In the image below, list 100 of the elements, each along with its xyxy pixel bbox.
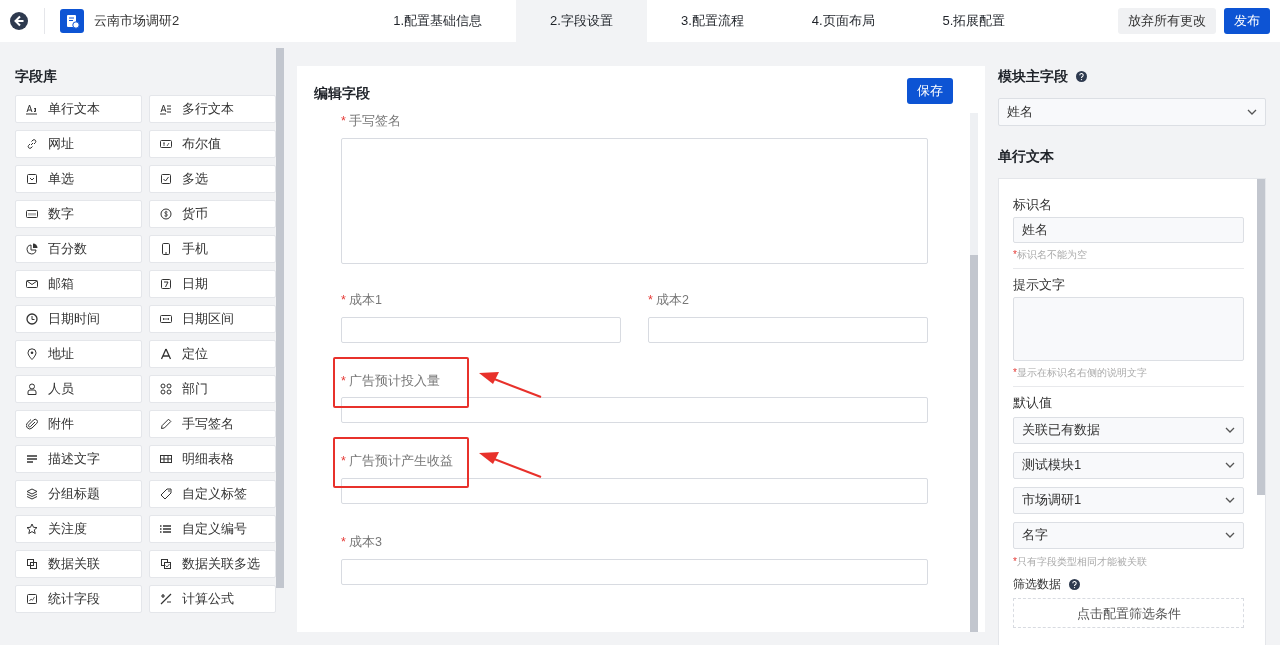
field-type-item[interactable]: 日期 xyxy=(149,270,276,298)
step-tab[interactable]: 2.字段设置 xyxy=(516,0,647,42)
table-icon xyxy=(160,453,172,465)
scrollbar[interactable] xyxy=(1257,179,1265,495)
help-icon[interactable] xyxy=(1069,578,1080,590)
field-type-item[interactable]: 描述文字 xyxy=(15,445,142,473)
field-label: * 手写签名 xyxy=(341,113,401,130)
select-field[interactable]: 测试模块1 xyxy=(1013,451,1244,479)
scrollbar[interactable] xyxy=(276,48,284,588)
field-type-item[interactable]: 部门 xyxy=(149,375,276,403)
field-type-item[interactable]: 自定义标签 xyxy=(149,480,276,508)
field-type-item[interactable]: 百分数 xyxy=(15,235,142,263)
field-type-item[interactable]: 关注度 xyxy=(15,515,142,543)
field-type-item[interactable]: 邮箱 xyxy=(15,270,142,298)
link-icon xyxy=(26,138,38,150)
field-label: * 广告预计产生收益 xyxy=(341,453,453,471)
pie-chart-icon xyxy=(26,243,38,255)
chevron-down-icon xyxy=(1225,497,1235,504)
field-type-item[interactable]: 附件 xyxy=(15,410,142,438)
input-field[interactable] xyxy=(341,478,928,504)
field-type-item[interactable]: 布尔值 xyxy=(149,130,276,158)
chevron-down-icon xyxy=(1225,532,1235,539)
field-type-item[interactable]: 日期时间 xyxy=(15,305,142,333)
field-type-item[interactable]: 分组标题 xyxy=(15,480,142,508)
section-title: 模块主字段 xyxy=(998,67,1068,86)
field-type-item[interactable]: 计算公式 xyxy=(149,585,276,613)
linked-check-icon xyxy=(160,558,172,570)
layers-icon xyxy=(26,488,38,500)
input-field[interactable]: 姓名 xyxy=(1013,216,1244,243)
field-type-item[interactable]: 地址 xyxy=(15,340,142,368)
people-icon xyxy=(160,383,172,395)
publish-button[interactable]: 发布 xyxy=(1224,8,1270,34)
field-type-item[interactable]: 数据关联 xyxy=(15,550,142,578)
field-label: * 成本3 xyxy=(341,534,382,551)
list-icon xyxy=(160,523,172,535)
step-tab[interactable]: 3.配置流程 xyxy=(646,0,778,42)
select-field[interactable]: 市场调研1 xyxy=(1013,486,1244,514)
field-type-item[interactable]: 货币 xyxy=(149,200,276,228)
pencil-icon xyxy=(160,418,172,430)
filter-button[interactable]: 点击配置筛选条件 xyxy=(1013,598,1244,629)
mail-icon xyxy=(26,278,38,290)
scrollbar[interactable] xyxy=(970,255,978,632)
lines-icon xyxy=(26,453,38,465)
field-type-item[interactable]: 单选 xyxy=(15,165,142,193)
hint-text: *只有字段类型相同才能被关联 xyxy=(1013,555,1148,568)
field-type-item[interactable]: 网址 xyxy=(15,130,142,158)
field-type-item[interactable]: 多行文本 xyxy=(149,95,276,123)
star-icon xyxy=(26,523,38,535)
field-type-item[interactable]: 单行文本 xyxy=(15,95,142,123)
step-tab[interactable]: 4.页面布局 xyxy=(777,0,909,42)
step-tab[interactable]: 1.配置基础信息 xyxy=(359,0,517,42)
date-range-icon xyxy=(160,313,172,325)
calendar-icon xyxy=(160,278,172,290)
checkbox-icon xyxy=(160,173,172,185)
phone-icon xyxy=(160,243,172,255)
select-field[interactable]: 名字 xyxy=(1013,521,1244,549)
linked-squares-icon xyxy=(26,558,38,570)
formula-icon xyxy=(160,593,172,605)
signature-area[interactable] xyxy=(341,137,928,264)
back-icon[interactable] xyxy=(10,12,28,30)
chevron-down-icon xyxy=(1225,462,1235,469)
hint-text: *标识名不能为空 xyxy=(1013,248,1088,261)
select-field[interactable]: 姓名 xyxy=(998,98,1266,126)
field-type-item[interactable]: 数据关联多选 xyxy=(149,550,276,578)
select-field[interactable]: 关联已有数据 xyxy=(1013,416,1244,444)
field-type-item[interactable]: 人员 xyxy=(15,375,142,403)
field-label: * 成本1 xyxy=(341,291,382,309)
input-field[interactable] xyxy=(341,316,621,343)
field-type-item[interactable]: 定位 xyxy=(149,340,276,368)
field-label: 标识名 xyxy=(1013,197,1053,214)
step-tab[interactable]: 5.拓展配置 xyxy=(908,0,1040,42)
field-type-item[interactable]: 明细表格 xyxy=(149,445,276,473)
paperclip-icon xyxy=(26,418,38,430)
app-logo-icon xyxy=(60,9,84,33)
hint-text: *显示在标识名右侧的说明文字 xyxy=(1013,366,1148,379)
field-type-item[interactable]: 手机 xyxy=(149,235,276,263)
save-button[interactable]: 保存 xyxy=(907,77,953,104)
section-title: 单行文本 xyxy=(998,147,1055,166)
field-label: 筛选数据 xyxy=(1013,576,1061,593)
field-type-item[interactable]: 手写签名 xyxy=(149,410,276,438)
field-type-item[interactable]: 统计字段 xyxy=(15,585,142,613)
chart-box-icon xyxy=(26,593,38,605)
text-lines-icon xyxy=(160,103,172,115)
field-type-item[interactable]: 自定义编号 xyxy=(149,515,276,543)
field-type-item[interactable]: 日期区间 xyxy=(149,305,276,333)
input-field[interactable] xyxy=(341,397,928,424)
triangle-icon xyxy=(160,348,172,360)
input-field[interactable] xyxy=(648,316,928,343)
input-field[interactable] xyxy=(341,558,928,585)
coin-icon xyxy=(160,208,172,220)
help-icon[interactable] xyxy=(1076,71,1087,82)
chevron-down-icon xyxy=(1225,427,1235,434)
text-area[interactable] xyxy=(1013,296,1244,361)
tag-icon xyxy=(160,488,172,500)
discard-button[interactable]: 放弃所有更改 xyxy=(1118,8,1216,34)
field-type-item[interactable]: 多选 xyxy=(149,165,276,193)
field-label: * 成本2 xyxy=(648,291,689,309)
field-type-item[interactable]: 数字 xyxy=(15,200,142,228)
clock-icon xyxy=(26,313,38,325)
chevron-down-icon xyxy=(1247,109,1257,115)
